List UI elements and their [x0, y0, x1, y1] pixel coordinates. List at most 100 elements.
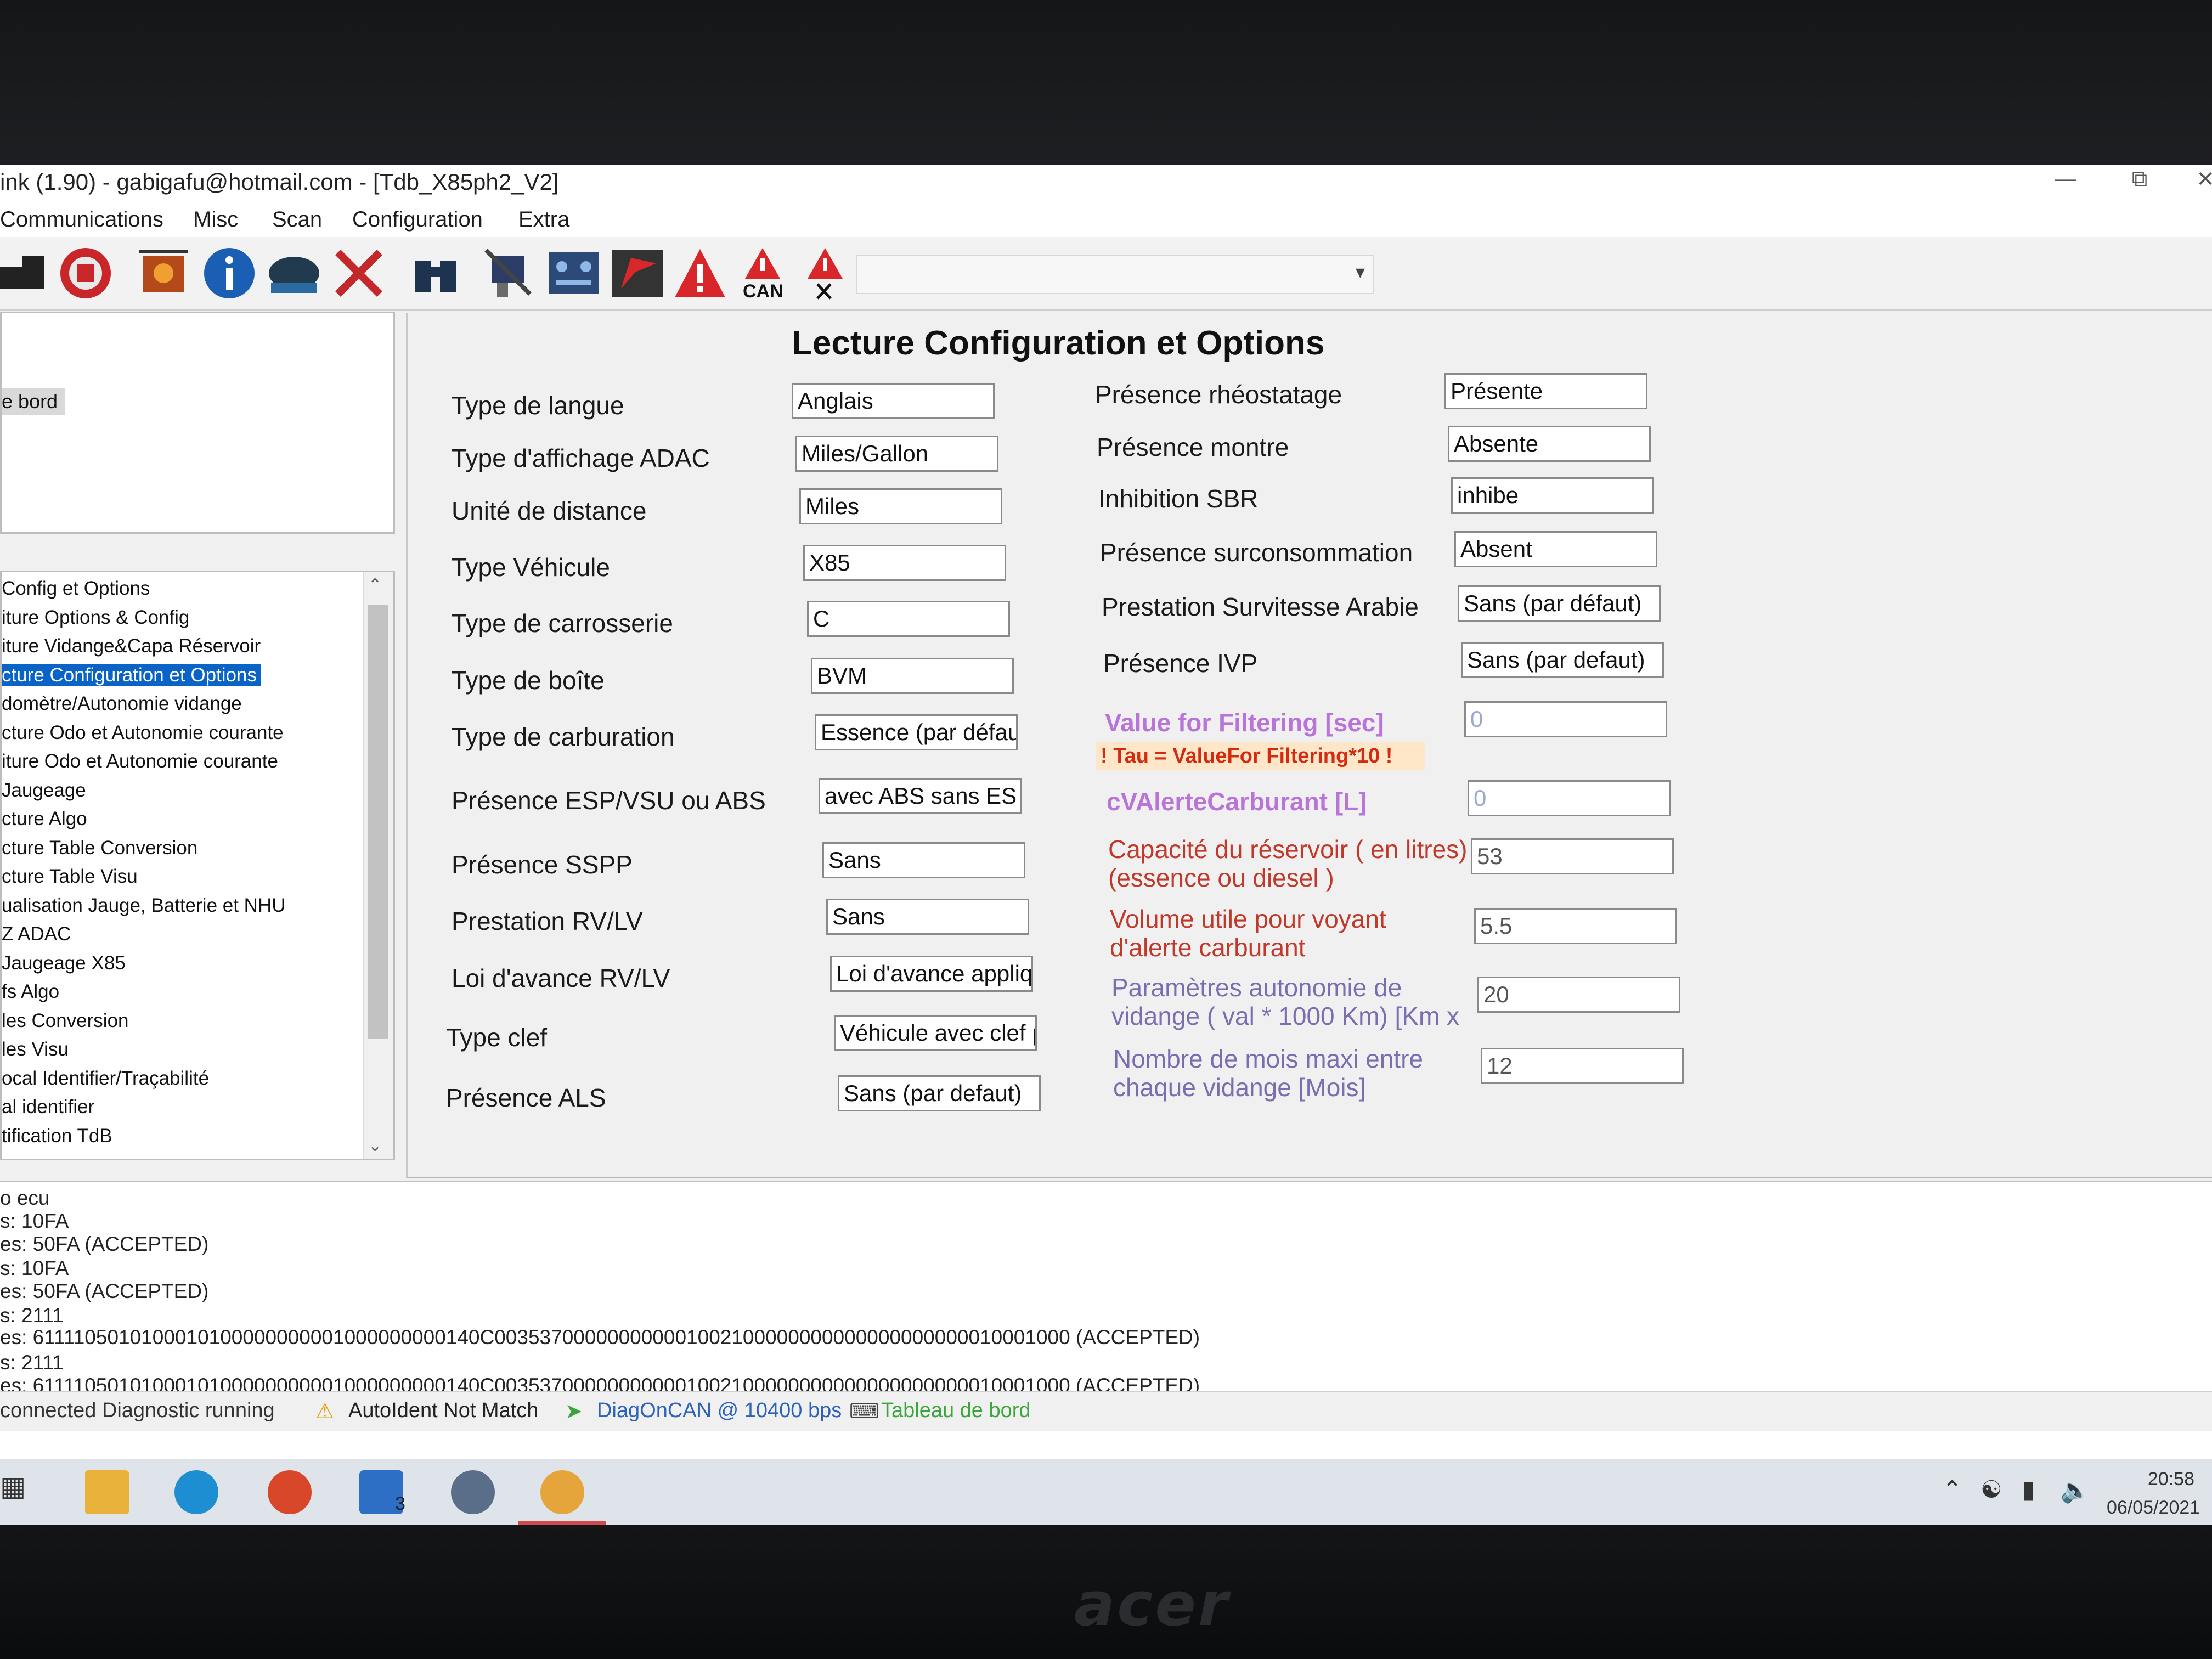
chevron-down-icon[interactable]: ▾ — [1356, 261, 1365, 283]
list-item[interactable]: cture Table Conversion — [2, 837, 198, 859]
list-item[interactable]: iture Vidange&Capa Réservoir — [2, 635, 261, 657]
list-item[interactable]: Config et Options — [2, 578, 150, 600]
field-value[interactable]: Sans (par defaut) — [1461, 642, 1664, 678]
battery-icon[interactable]: ▮ — [2022, 1476, 2035, 1504]
list-item[interactable]: ualisation Jauge, Batterie et NHU — [2, 895, 286, 917]
menu-configuration[interactable]: Configuration — [352, 207, 483, 232]
minimize-button[interactable]: — — [2049, 167, 2082, 191]
list-item[interactable]: iture Odo et Autonomie courante — [2, 751, 278, 772]
list-item[interactable]: Jaugeage X85 — [2, 952, 126, 974]
can-warning-icon[interactable]: CAN — [734, 245, 791, 302]
monitor-bezel-bottom: acer — [0, 1525, 2212, 1659]
scrollbar[interactable]: ⌃ ⌄ — [363, 572, 393, 1159]
field-value[interactable]: Loi d'avance appliqu — [830, 956, 1033, 992]
file-explorer-icon[interactable] — [85, 1470, 129, 1514]
field-label: Volume utile pour voyant d'alerte carbur… — [1110, 905, 1386, 962]
module-label[interactable]: e bord — [2, 388, 66, 415]
brand-logo: acer — [1074, 1569, 1231, 1639]
scroll-up-icon[interactable]: ⌃ — [368, 575, 382, 595]
dashboard-icon[interactable] — [545, 245, 602, 302]
field-label: Paramètres autonomie de vidange ( val * … — [1111, 973, 1460, 1030]
field-label: Présence ESP/VSU ou ABS — [452, 786, 766, 815]
field-value[interactable]: Sans (par defaut) — [838, 1075, 1041, 1111]
field-value[interactable]: 20 — [1477, 977, 1680, 1013]
status-autoident: AutoIdent Not Match — [348, 1399, 539, 1422]
field-label: Type de boîte — [452, 666, 605, 695]
field-value[interactable]: Présente — [1444, 373, 1647, 409]
connect-icon[interactable] — [0, 245, 57, 302]
menu-misc[interactable]: Misc — [193, 207, 238, 232]
chrome-icon[interactable] — [268, 1470, 312, 1514]
window-title: ink (1.90) - gabigafu@hotmail.com - [Tdb… — [0, 169, 559, 195]
chevron-up-icon[interactable]: ⌃ — [1942, 1476, 1962, 1504]
field-value[interactable]: Essence (par défau — [815, 714, 1018, 751]
list-item[interactable]: cture Table Visu — [2, 866, 138, 888]
field-value[interactable]: Sans (par défaut) — [1458, 585, 1661, 622]
field-value[interactable]: avec ABS sans ES — [819, 778, 1022, 814]
field-label: Type de langue — [452, 391, 624, 420]
field-value[interactable]: Miles/Gallon — [795, 436, 998, 472]
field-value[interactable]: Sans — [822, 842, 1025, 878]
field-value[interactable]: BVM — [811, 658, 1014, 694]
list-item[interactable]: les Visu — [2, 1039, 69, 1060]
list-item[interactable]: les Conversion — [2, 1010, 129, 1032]
form-title: Lecture Configuration et Options — [792, 324, 1325, 362]
field-value[interactable]: Absent — [1454, 531, 1657, 567]
function-list[interactable]: Config et Options iture Options & Config i… — [0, 571, 395, 1160]
scroll-down-icon[interactable]: ⌄ — [368, 1136, 382, 1155]
list-item[interactable]: Jaugeage — [2, 780, 86, 802]
field-value[interactable]: inhibe — [1451, 477, 1654, 514]
status-connection: connected Diagnostic running — [0, 1399, 275, 1422]
field-label: Capacité du réservoir ( en litres)(essen… — [1108, 835, 1468, 892]
menu-extra[interactable]: Extra — [518, 207, 569, 232]
clock[interactable]: 20:58 06/05/2021 — [2107, 1465, 2200, 1522]
list-item[interactable]: domètre/Autonomie vidange — [2, 693, 242, 715]
restore-button[interactable]: ⧉ — [2123, 167, 2156, 191]
vehicle-icon[interactable] — [266, 245, 323, 302]
stop-icon[interactable] — [57, 245, 114, 302]
log-line: o ecu — [0, 1187, 50, 1209]
field-label: cVAlerteCarburant [L] — [1107, 787, 1367, 816]
binoculars-icon[interactable] — [407, 245, 464, 302]
field-value[interactable]: Anglais — [792, 383, 995, 419]
task-view-icon[interactable]: ▦ — [0, 1470, 44, 1514]
field-value[interactable]: Sans — [826, 899, 1029, 935]
menu-scan[interactable]: Scan — [272, 207, 322, 232]
volume-icon[interactable]: 🔈 — [2060, 1476, 2090, 1504]
flag-icon[interactable] — [609, 245, 666, 302]
field-value[interactable]: C — [807, 601, 1010, 637]
field-value[interactable]: Véhicule avec clef p — [834, 1015, 1037, 1051]
list-item[interactable]: cture Algo — [2, 808, 87, 830]
list-item[interactable]: al identifier — [2, 1096, 94, 1118]
close-button[interactable]: ✕ — [2189, 167, 2212, 192]
list-item[interactable]: Z ADAC — [2, 923, 71, 945]
list-item[interactable]: cture Odo et Autonomie courante — [2, 722, 284, 744]
toolbar-combo[interactable]: ▾ — [856, 255, 1374, 294]
field-value[interactable]: 0 — [1464, 701, 1667, 737]
info-icon[interactable] — [201, 245, 258, 302]
field-value[interactable]: Absente — [1448, 426, 1651, 462]
list-item[interactable]: cture Configuration et Options — [2, 664, 261, 686]
diag-app-icon[interactable] — [540, 1470, 584, 1514]
close-x-icon[interactable] — [330, 245, 387, 302]
menu-communications[interactable]: Communications — [0, 207, 163, 232]
scrollbar-thumb[interactable] — [368, 605, 388, 1039]
field-value[interactable]: 12 — [1481, 1048, 1684, 1084]
app-icon[interactable] — [451, 1470, 495, 1514]
network-icon[interactable]: ☯ — [1980, 1476, 2002, 1504]
toolbar: CAN ▾ — [0, 237, 2212, 311]
list-item[interactable]: tification TdB — [2, 1125, 112, 1147]
field-value[interactable]: 5.5 — [1474, 908, 1677, 944]
injector-icon[interactable] — [481, 245, 538, 302]
list-item[interactable]: ocal Identifier/Traçabilité — [2, 1068, 209, 1090]
list-item[interactable]: iture Options & Config — [2, 607, 189, 629]
field-value[interactable]: Miles — [799, 488, 1002, 524]
warning-icon[interactable] — [672, 245, 729, 302]
field-value[interactable]: 0 — [1468, 780, 1671, 816]
ecu-icon[interactable] — [135, 245, 192, 302]
field-value[interactable]: X85 — [803, 545, 1006, 581]
warning-x-icon[interactable] — [797, 245, 854, 302]
field-value[interactable]: 53 — [1471, 838, 1674, 874]
list-item[interactable]: fs Algo — [2, 981, 59, 1003]
edge-icon[interactable] — [174, 1470, 218, 1514]
